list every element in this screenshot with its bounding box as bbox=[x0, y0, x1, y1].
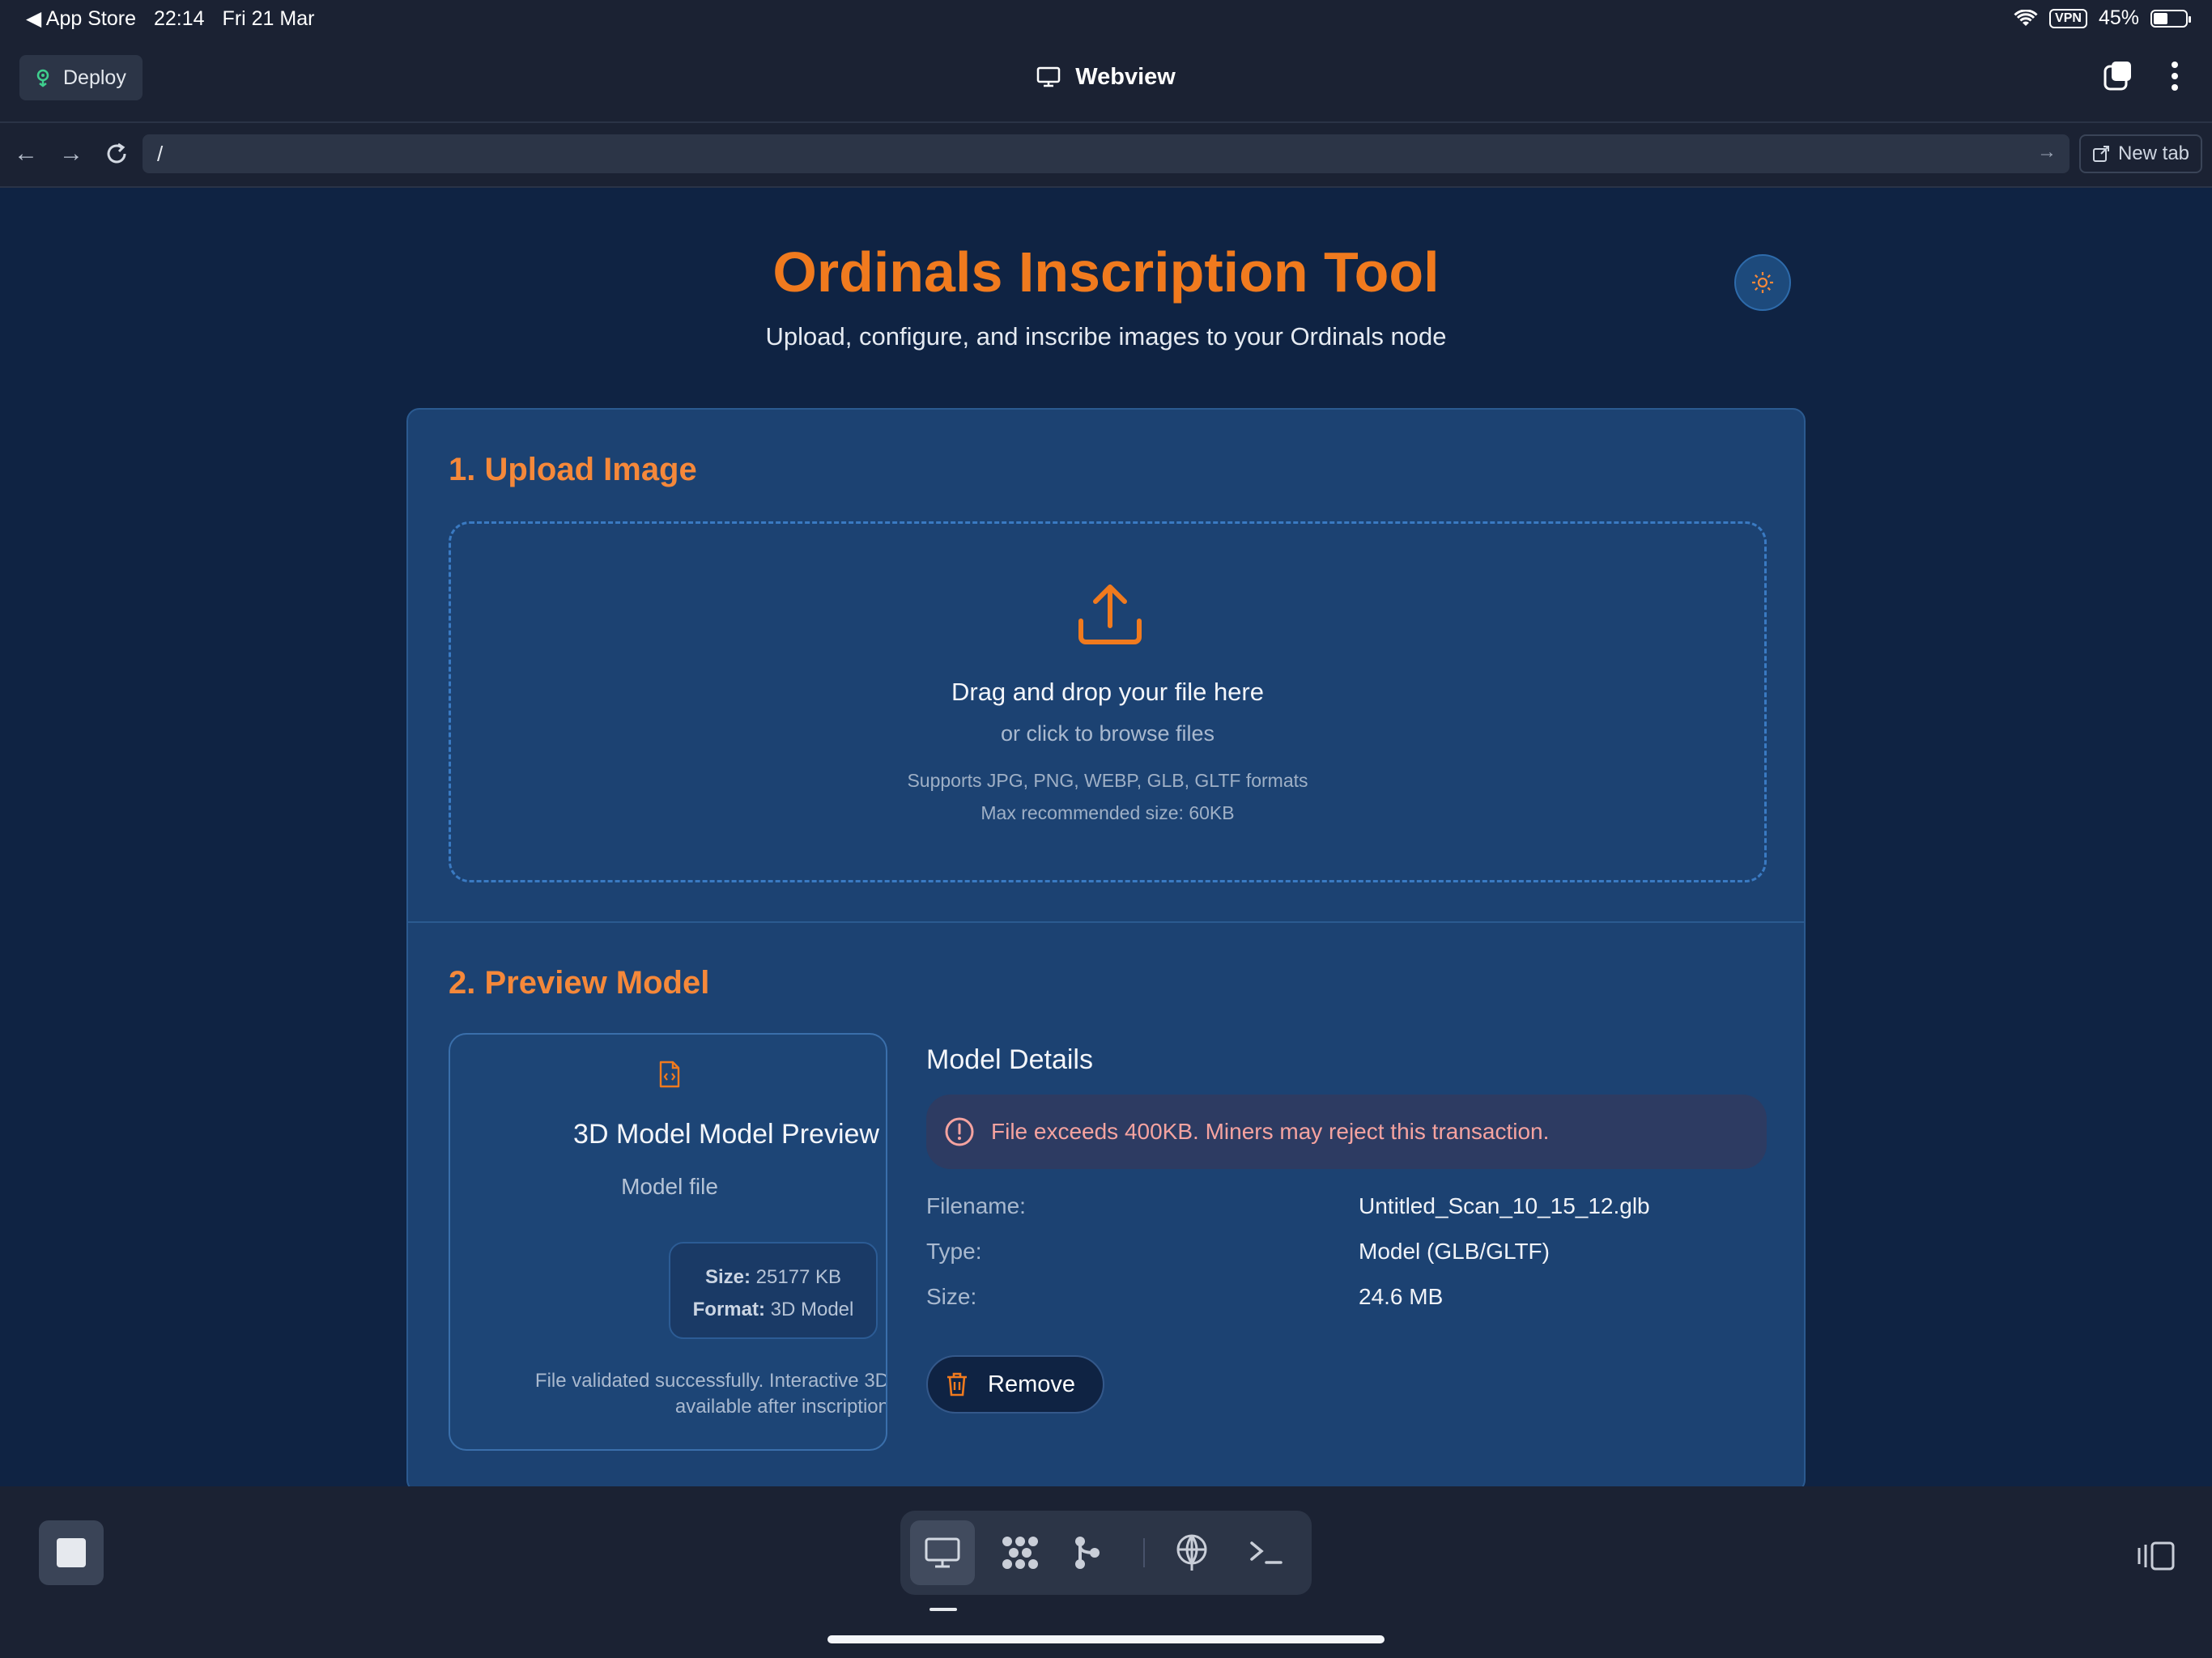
preview-heading: 2. Preview Model bbox=[449, 965, 710, 1001]
upload-heading: 1. Upload Image bbox=[449, 452, 697, 487]
webview-title: Webview bbox=[0, 63, 2212, 91]
tabs-icon[interactable] bbox=[2102, 60, 2134, 92]
webview-page: Ordinals Inscription Tool Upload, config… bbox=[0, 188, 2212, 1493]
back-to-app-link[interactable]: ◀ App Store bbox=[26, 6, 136, 31]
dock-separator bbox=[1143, 1538, 1145, 1567]
webview-tab[interactable] bbox=[910, 1520, 975, 1585]
battery-percent: 45% bbox=[2098, 6, 2139, 29]
packages-tab[interactable] bbox=[988, 1520, 1053, 1585]
globe-antenna-icon bbox=[1176, 1534, 1207, 1571]
active-tab-indicator bbox=[929, 1608, 957, 1611]
monitor-icon bbox=[1036, 67, 1061, 87]
status-date: Fri 21 Mar bbox=[222, 6, 315, 30]
preview-info-box: Size: 25177 KB Format: 3D Model bbox=[669, 1242, 878, 1339]
battery-fill bbox=[2154, 12, 2168, 24]
external-link-icon bbox=[2092, 146, 2109, 162]
remove-label: Remove bbox=[988, 1371, 1075, 1397]
app-header: Deploy Webview bbox=[0, 39, 2212, 123]
warning-text: File exceeds 400KB. Miners may reject th… bbox=[991, 1119, 1550, 1144]
go-arrow-icon[interactable]: → bbox=[2037, 141, 2057, 164]
max-size-text: Max recommended size: 60KB bbox=[981, 802, 1235, 823]
reload-icon[interactable] bbox=[100, 138, 133, 170]
forward-arrow-icon[interactable]: → bbox=[55, 138, 87, 170]
preview-subtitle: Model file bbox=[621, 1174, 718, 1199]
preview-footer: File validated successfully. Interactive… bbox=[450, 1368, 887, 1420]
file-dropzone[interactable]: Drag and drop your file here or click to… bbox=[449, 521, 1767, 882]
stop-icon bbox=[57, 1538, 86, 1567]
size-label: Size: bbox=[926, 1284, 977, 1309]
remove-button[interactable]: Remove bbox=[926, 1355, 1104, 1414]
branch-icon bbox=[1075, 1537, 1100, 1569]
preview-format-label: Format: bbox=[692, 1299, 765, 1320]
page-subtitle: Upload, configure, and inscribe images t… bbox=[765, 322, 1447, 351]
size-warning-alert: File exceeds 400KB. Miners may reject th… bbox=[926, 1095, 1767, 1169]
alert-circle-icon bbox=[945, 1117, 974, 1146]
model-preview-card: 3D Model Model Preview Model file Size: … bbox=[449, 1033, 887, 1451]
dock-toolbar bbox=[900, 1511, 1312, 1595]
dropzone-main-text: Drag and drop your file here bbox=[951, 678, 1264, 706]
type-label: Type: bbox=[926, 1239, 982, 1264]
theme-toggle-button[interactable] bbox=[1734, 254, 1791, 311]
more-options-icon[interactable] bbox=[2170, 60, 2180, 92]
monitor-icon bbox=[925, 1537, 960, 1568]
filename-label: Filename: bbox=[926, 1193, 1026, 1218]
upload-icon bbox=[1078, 585, 1142, 644]
status-time: 22:14 bbox=[153, 6, 205, 30]
model-details-heading: Model Details bbox=[926, 1044, 1093, 1075]
new-tab-label: New tab bbox=[2117, 142, 2190, 164]
size-value: 24.6 MB bbox=[1359, 1284, 1444, 1309]
webview-title-text: Webview bbox=[1075, 63, 1176, 90]
preview-size-label: Size: bbox=[704, 1266, 751, 1288]
home-indicator[interactable] bbox=[827, 1635, 1385, 1643]
vpn-badge: VPN bbox=[2049, 8, 2087, 28]
inscription-card: 1. Upload Image Drag and drop your file … bbox=[406, 408, 1806, 1493]
terminal-icon bbox=[1250, 1541, 1283, 1564]
url-toolbar: ← → / → New tab bbox=[0, 123, 2212, 188]
section-divider bbox=[408, 921, 1804, 923]
supported-formats-text: Supports JPG, PNG, WEBP, GLB, GLTF forma… bbox=[907, 770, 1308, 791]
new-tab-button[interactable]: New tab bbox=[2079, 134, 2202, 173]
preview-title: 3D Model Model Preview bbox=[573, 1119, 879, 1150]
code-file-icon bbox=[659, 1061, 680, 1088]
stop-button[interactable] bbox=[39, 1520, 104, 1585]
cluster-icon bbox=[1002, 1537, 1038, 1569]
sun-icon bbox=[1752, 272, 1773, 293]
url-input[interactable]: / → bbox=[143, 134, 2069, 173]
status-bar: ◀ App Store 22:14 Fri 21 Mar VPN 45% bbox=[0, 0, 2212, 39]
type-value: Model (GLB/GLTF) bbox=[1359, 1239, 1550, 1264]
preview-footer-line1: File validated successfully. Interactive… bbox=[534, 1370, 887, 1392]
git-tab[interactable] bbox=[1054, 1520, 1119, 1585]
trash-icon bbox=[947, 1372, 967, 1397]
wifi-icon bbox=[2014, 9, 2038, 26]
preview-size-value: 25177 KB bbox=[755, 1266, 842, 1288]
dropzone-browse-text: or click to browse files bbox=[1000, 721, 1215, 746]
sidebar-toggle-icon[interactable] bbox=[2136, 1540, 2176, 1576]
terminal-tab[interactable] bbox=[1234, 1520, 1299, 1585]
filename-value: Untitled_Scan_10_15_12.glb bbox=[1359, 1193, 1650, 1218]
battery-icon bbox=[2150, 9, 2191, 28]
bottom-dock bbox=[0, 1486, 2212, 1658]
page-title: Ordinals Inscription Tool bbox=[772, 240, 1440, 304]
url-text: / bbox=[157, 142, 164, 166]
deploy-tab[interactable] bbox=[1159, 1520, 1224, 1585]
preview-footer-line2: available after inscription bbox=[674, 1396, 887, 1418]
back-arrow-icon[interactable]: ← bbox=[10, 138, 42, 170]
preview-format-value: 3D Model bbox=[770, 1299, 854, 1320]
